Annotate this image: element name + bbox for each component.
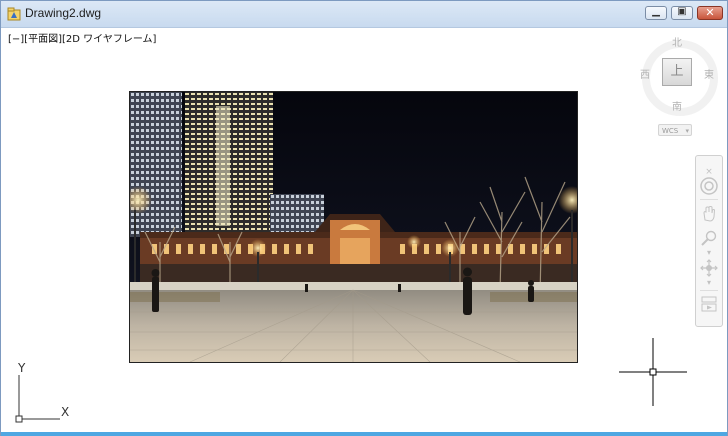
navbar-separator: [700, 290, 718, 291]
drawing-canvas[interactable]: [−][平面図][2D ワイヤフレーム] 北 南 西 東 上 WCS ▾ × ▾…: [2, 28, 726, 432]
viewcube[interactable]: 北 南 西 東 上 WCS ▾: [636, 30, 724, 140]
crosshair-cursor-icon: [619, 338, 687, 406]
pan-hand-icon[interactable]: [699, 204, 719, 224]
embedded-photo[interactable]: [129, 91, 578, 363]
maximize-button[interactable]: ▣: [671, 6, 693, 20]
minimize-button[interactable]: ▁: [645, 6, 667, 20]
drawing-window: Drawing2.dwg ▁ ▣ ✕ [−][平面図][2D ワイヤフレーム]: [0, 0, 728, 436]
minimize-icon: ▁: [652, 6, 660, 17]
steering-wheel-icon[interactable]: [699, 176, 719, 196]
wcs-menu[interactable]: WCS ▾: [658, 124, 692, 136]
viewport-controls-label[interactable]: [−][平面図][2D ワイヤフレーム]: [8, 30, 156, 45]
compass-west[interactable]: 西: [640, 66, 650, 81]
ucs-icon[interactable]: Y X: [10, 361, 80, 425]
compass-south[interactable]: 南: [672, 98, 682, 113]
wcs-label: WCS: [662, 127, 679, 135]
window-title: Drawing2.dwg: [25, 6, 102, 20]
close-icon: ✕: [705, 6, 715, 19]
orbit-icon[interactable]: [699, 258, 719, 278]
navbar-separator: [700, 199, 718, 200]
showmotion-icon[interactable]: [699, 294, 719, 314]
autocad-drawing-icon: [7, 7, 21, 21]
viewcube-top-face[interactable]: 上: [662, 58, 692, 86]
compass-east[interactable]: 東: [704, 66, 714, 81]
zoom-icon[interactable]: [699, 228, 719, 248]
bottom-accent-bar: [1, 432, 727, 436]
compass-north[interactable]: 北: [672, 34, 682, 49]
night-scene-image: [130, 92, 577, 362]
restore-icon: ▣: [677, 6, 687, 17]
ucs-x-label: X: [61, 405, 70, 419]
title-bar[interactable]: Drawing2.dwg ▁ ▣ ✕: [1, 1, 727, 28]
navigation-bar: × ▾ ▾: [695, 155, 723, 327]
close-button[interactable]: ✕: [697, 6, 723, 20]
ucs-y-label: Y: [18, 361, 26, 375]
chevron-down-icon: ▾: [685, 127, 689, 135]
